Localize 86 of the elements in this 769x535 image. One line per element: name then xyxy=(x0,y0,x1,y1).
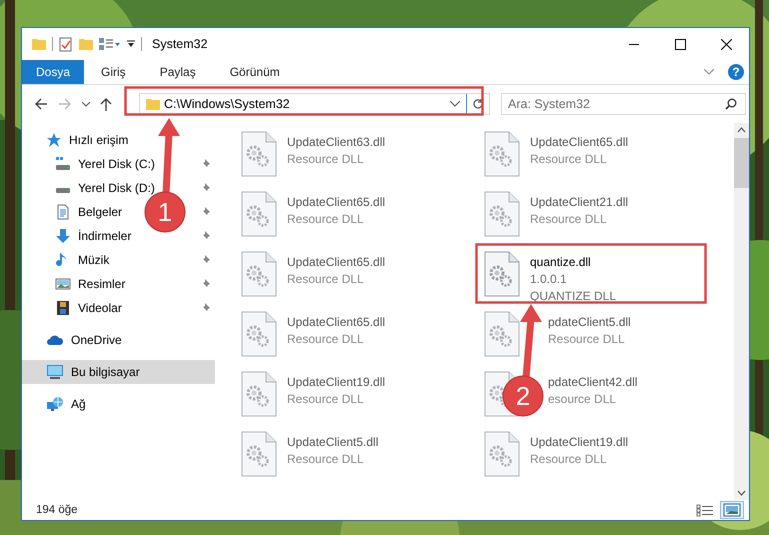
address-bar[interactable]: C:\Windows\System32 xyxy=(139,93,490,115)
file-detail: Resource DLL xyxy=(548,331,626,348)
sidebar-item[interactable]: Müzik xyxy=(78,253,110,267)
computer-icon xyxy=(46,364,64,380)
file-name[interactable]: UpdateClient65.dll xyxy=(287,254,386,271)
sidebar-item[interactable]: Yerel Disk (C:) xyxy=(78,157,155,171)
document-icon xyxy=(55,204,71,220)
ribbon-tab[interactable]: Paylaş xyxy=(142,60,213,84)
large-icons-view-icon xyxy=(723,503,741,517)
file-detail: Resource DLL xyxy=(530,451,608,468)
download-icon xyxy=(55,228,71,244)
file-detail: Resource DLL xyxy=(287,331,365,348)
sidebar-item[interactable]: Bu bilgisayar xyxy=(71,365,140,379)
settings-file-icon xyxy=(240,131,278,177)
sidebar-item[interactable]: OneDrive xyxy=(71,333,122,347)
file-detail: Resource DLL xyxy=(287,211,365,228)
file-name[interactable]: pdateClient5.dll xyxy=(548,314,631,331)
settings-file-icon xyxy=(240,371,278,417)
drive-icon xyxy=(55,188,71,194)
file-detail: Resource DLL xyxy=(287,391,365,408)
settings-file-icon xyxy=(483,131,521,177)
settings-file-icon xyxy=(483,311,521,357)
item-count: 194 öğe xyxy=(35,504,79,516)
settings-file-icon xyxy=(483,431,521,477)
back-arrow-icon[interactable] xyxy=(34,98,48,110)
file-name[interactable]: UpdateClient63.dll xyxy=(287,134,386,151)
sidebar-item[interactable]: Hızlı erişim xyxy=(69,133,128,147)
chevron-down-icon[interactable] xyxy=(704,69,714,75)
file-detail: Resource DLL xyxy=(530,211,608,228)
file-detail: QUANTIZE DLL xyxy=(530,288,616,305)
file-name[interactable]: pdateClient42.dll xyxy=(548,374,638,391)
ribbon-tab[interactable]: Görünüm xyxy=(212,60,297,84)
scrollbar[interactable] xyxy=(734,123,749,500)
file-detail: 1.0.0.1 xyxy=(530,271,568,288)
star-icon xyxy=(46,132,62,148)
file-name[interactable]: UpdateClient65.dll xyxy=(287,194,386,211)
up-arrow-icon[interactable] xyxy=(100,97,112,111)
settings-file-icon xyxy=(240,251,278,297)
dropdown-caret-icon[interactable] xyxy=(127,40,135,48)
view-button[interactable] xyxy=(720,501,744,519)
close-icon xyxy=(720,38,732,50)
cloud-icon xyxy=(46,333,64,347)
settings-file-icon xyxy=(240,431,278,477)
recent-caret-icon[interactable] xyxy=(82,102,90,106)
drive-icon xyxy=(55,156,71,172)
details-view-icon xyxy=(696,503,714,517)
search-icon[interactable] xyxy=(725,98,737,110)
file-detail: Resource DLL xyxy=(287,271,365,288)
network-icon xyxy=(46,396,64,412)
file-name[interactable]: UpdateClient65.dll xyxy=(530,134,628,151)
sidebar-item[interactable]: Belgeler xyxy=(78,205,122,219)
sidebar-item[interactable]: Videolar xyxy=(78,301,122,315)
file-name[interactable]: UpdateClient5.dll xyxy=(287,434,378,451)
search-field[interactable]: Ara: System32 xyxy=(502,97,725,111)
film-icon xyxy=(55,300,71,316)
file-name[interactable]: UpdateClient21.dll xyxy=(530,194,628,211)
ribbon-tab[interactable]: Giriş xyxy=(84,60,143,84)
picture-icon xyxy=(55,276,71,292)
sidebar-item[interactable]: İndirmeler xyxy=(78,229,132,243)
ribbon-tab[interactable]: Dosya xyxy=(22,60,84,84)
properties-icon[interactable] xyxy=(59,36,73,52)
settings-file-icon xyxy=(483,251,521,297)
file-name[interactable]: UpdateClient65.dll xyxy=(287,314,386,331)
help-button[interactable]: ? xyxy=(728,64,744,80)
sidebar-item[interactable]: Ağ xyxy=(71,397,86,411)
step-badge: 2 xyxy=(502,376,544,416)
file-detail: Resource DLL xyxy=(287,451,365,468)
address-field[interactable]: C:\Windows\System32 xyxy=(160,97,450,111)
file-detail: Resource DLL xyxy=(530,151,608,168)
window-title: System32 xyxy=(152,37,208,51)
dropdown-caret-icon[interactable] xyxy=(450,101,460,107)
search-box[interactable]: Ara: System32 xyxy=(501,93,746,115)
sidebar-item[interactable]: Resimler xyxy=(78,277,126,291)
refresh-icon[interactable] xyxy=(472,98,484,110)
file-name[interactable]: quantize.dll xyxy=(530,254,616,271)
file-name[interactable]: UpdateClient19.dll xyxy=(530,434,628,451)
folder-icon xyxy=(146,98,160,110)
settings-file-icon xyxy=(483,191,521,237)
settings-file-icon xyxy=(240,311,278,357)
customize-icon[interactable] xyxy=(99,38,121,50)
scroll-thumb[interactable] xyxy=(734,138,749,188)
file-detail: esource DLL xyxy=(548,391,618,408)
file-detail: Resource DLL xyxy=(287,151,365,168)
settings-file-icon xyxy=(240,191,278,237)
file-name[interactable]: UpdateClient19.dll xyxy=(287,374,386,391)
maximize-icon xyxy=(674,38,686,50)
